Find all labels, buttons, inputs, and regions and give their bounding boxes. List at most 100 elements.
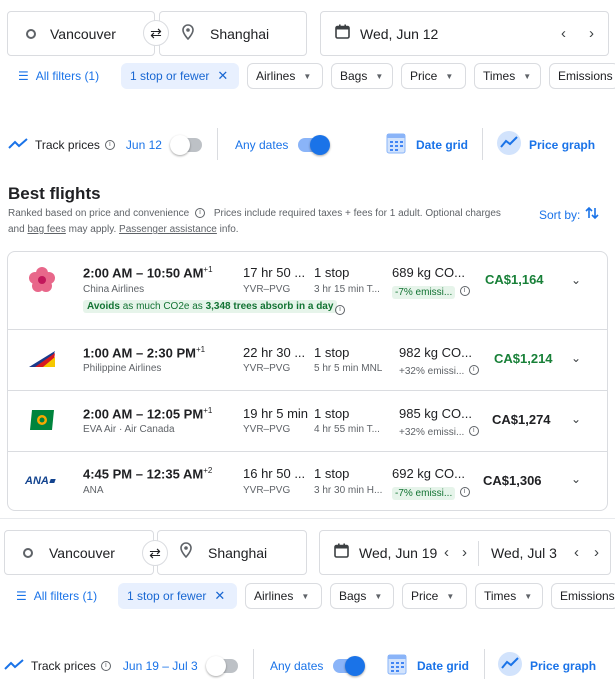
swap-icon[interactable]: ⇄ — [143, 20, 169, 46]
track-prices-label: Track prices — [31, 659, 96, 673]
section-divider — [0, 518, 615, 519]
date-grid-icon — [386, 132, 406, 157]
chevron-down-icon[interactable]: ⌄ — [571, 273, 581, 287]
sort-by-button[interactable]: Sort by: — [539, 206, 599, 223]
flight-row[interactable]: ANA 4:45 PM – 12:35 AM+2 ANA 16 hr 50 ..… — [8, 451, 607, 510]
stops-filter-chip[interactable]: 1 stop or fewer ✕ — [118, 583, 237, 609]
prev-date-chevron-icon[interactable]: ‹ — [574, 544, 579, 561]
origin-field[interactable]: Vancouver — [7, 11, 155, 56]
stops-filter-chip[interactable]: 1 stop or fewer ✕ — [121, 63, 239, 89]
tracked-date-range: Jun 19 – Jul 3 — [122, 659, 198, 673]
emissions-delta: -7% emissi... i — [392, 282, 470, 300]
any-dates-toggle[interactable] — [298, 135, 330, 155]
info-icon[interactable]: i — [459, 486, 470, 497]
ana-logo-text: ANA — [25, 475, 49, 487]
price-graph-button[interactable]: Price graph — [498, 652, 596, 679]
eva-air-logo — [27, 408, 57, 432]
stop-count: 1 stop — [314, 466, 350, 481]
airline-name: EVA Air · Air Canada — [83, 424, 175, 435]
all-filters-button[interactable]: ☰ All filters (1) — [14, 63, 104, 89]
any-dates-toggle[interactable] — [333, 656, 365, 676]
stop-count: 1 stop — [314, 345, 350, 360]
times-filter-chip[interactable]: Times ▼ — [474, 63, 541, 89]
chevron-down-icon: ▼ — [375, 71, 384, 81]
next-date-chevron-icon[interactable]: › — [462, 544, 467, 561]
emissions-filter-chip[interactable]: Emissions — [549, 63, 615, 89]
origin-field[interactable]: Vancouver — [4, 530, 154, 575]
emissions-delta: +32% emissi... i — [399, 361, 479, 379]
layover-info: 4 hr 55 min T... — [314, 424, 380, 435]
flight-row[interactable]: 1:00 AM – 2:30 PM+1 Philippine Airlines … — [8, 329, 607, 390]
flight-route: YVR–PVG — [243, 485, 291, 496]
bag-fees-link[interactable]: bag fees — [27, 224, 65, 235]
info-icon[interactable]: i — [335, 301, 345, 319]
price-filter-chip[interactable]: Price ▼ — [401, 63, 466, 89]
prev-date-chevron-icon[interactable]: ‹ — [444, 544, 449, 561]
calendar-icon — [335, 24, 350, 44]
divider — [482, 128, 483, 160]
return-date-value: Wed, Jul 3 — [491, 544, 557, 561]
departure-date-field[interactable]: Wed, Jun 12 ‹ › — [320, 11, 609, 56]
date-grid-button[interactable]: Date grid — [386, 132, 468, 157]
emissions-filter-label: Emissions — [558, 69, 613, 83]
stop-count: 1 stop — [314, 265, 350, 280]
info-icon[interactable]: i — [468, 364, 479, 375]
bags-filter-label: Bags — [339, 589, 367, 603]
destination-value: Shanghai — [210, 25, 270, 42]
flight-route: YVR–PVG — [243, 363, 291, 374]
stops-filter-label: 1 stop or fewer — [130, 69, 210, 83]
flight-row[interactable]: 2:00 AM – 10:50 AM+1 China Airlines 17 h… — [8, 252, 607, 329]
divider — [253, 649, 254, 679]
flight-times: 2:00 AM – 12:05 PM+1 — [83, 406, 213, 422]
bags-filter-chip[interactable]: Bags ▼ — [330, 583, 394, 609]
chevron-down-icon[interactable]: ⌄ — [571, 412, 581, 426]
date-grid-button[interactable]: Date grid — [387, 653, 469, 678]
close-icon[interactable]: ✕ — [217, 68, 228, 84]
airline-name: China Airlines — [83, 284, 145, 295]
track-prices-label: Track prices — [35, 138, 100, 152]
layover-info: 3 hr 30 min H... — [314, 485, 383, 496]
bags-filter-chip[interactable]: Bags ▼ — [331, 63, 393, 89]
close-icon[interactable]: ✕ — [214, 588, 225, 604]
flight-row[interactable]: 2:00 AM – 12:05 PM+1 EVA Air · Air Canad… — [8, 390, 607, 451]
location-pin-icon — [182, 24, 194, 43]
info-icon[interactable]: i — [104, 140, 115, 150]
info-icon[interactable]: i — [468, 425, 479, 436]
chevron-down-icon: ▼ — [524, 591, 533, 601]
times-filter-chip[interactable]: Times ▼ — [475, 583, 543, 609]
track-prices-toggle[interactable] — [170, 135, 202, 155]
info-icon[interactable]: i — [195, 208, 206, 219]
next-date-chevron-icon[interactable]: › — [589, 25, 594, 42]
co2-badge: Avoids as much CO2e as 3,348 trees absor… — [83, 300, 338, 313]
origin-circle-icon — [23, 547, 33, 558]
swap-icon[interactable]: ⇄ — [142, 540, 168, 566]
price-filter-chip[interactable]: Price ▼ — [402, 583, 467, 609]
flight-price: CA$1,306 — [483, 473, 542, 488]
track-prices-toggle[interactable] — [206, 656, 238, 676]
airlines-filter-chip[interactable]: Airlines ▼ — [247, 63, 323, 89]
airline-name: ANA — [83, 485, 104, 496]
destination-field[interactable]: Shanghai — [157, 530, 307, 575]
price-graph-button[interactable]: Price graph — [497, 131, 595, 158]
chevron-down-icon[interactable]: ⌄ — [571, 472, 581, 486]
next-date-chevron-icon[interactable]: › — [594, 544, 599, 561]
date-grid-label: Date grid — [417, 658, 470, 673]
all-filters-button[interactable]: ☰ All filters (1) — [12, 583, 102, 609]
airlines-filter-label: Airlines — [254, 589, 294, 603]
chevron-down-icon: ▼ — [445, 71, 454, 81]
chevron-down-icon: ▼ — [523, 71, 532, 81]
date-range-field[interactable]: Wed, Jun 19 ‹ › Wed, Jul 3 ‹ › — [319, 530, 611, 575]
prev-date-chevron-icon[interactable]: ‹ — [561, 25, 566, 42]
emissions-delta: -7% emissi... i — [392, 483, 470, 501]
emissions-filter-chip[interactable]: Emissions — [551, 583, 615, 609]
ranking-note-text: Ranked based on price and convenience — [8, 208, 190, 219]
info-icon[interactable]: i — [100, 661, 111, 671]
track-prices-section: Track prices i Jun 19 – Jul 3 — [4, 657, 198, 675]
destination-field[interactable]: Shanghai — [159, 11, 307, 56]
passenger-assistance-link[interactable]: Passenger assistance — [119, 224, 217, 235]
any-dates-label: Any dates — [235, 138, 289, 152]
stops-filter-label: 1 stop or fewer — [127, 589, 207, 603]
chevron-down-icon[interactable]: ⌄ — [571, 351, 581, 365]
info-icon[interactable]: i — [459, 285, 470, 296]
airlines-filter-chip[interactable]: Airlines ▼ — [245, 583, 322, 609]
